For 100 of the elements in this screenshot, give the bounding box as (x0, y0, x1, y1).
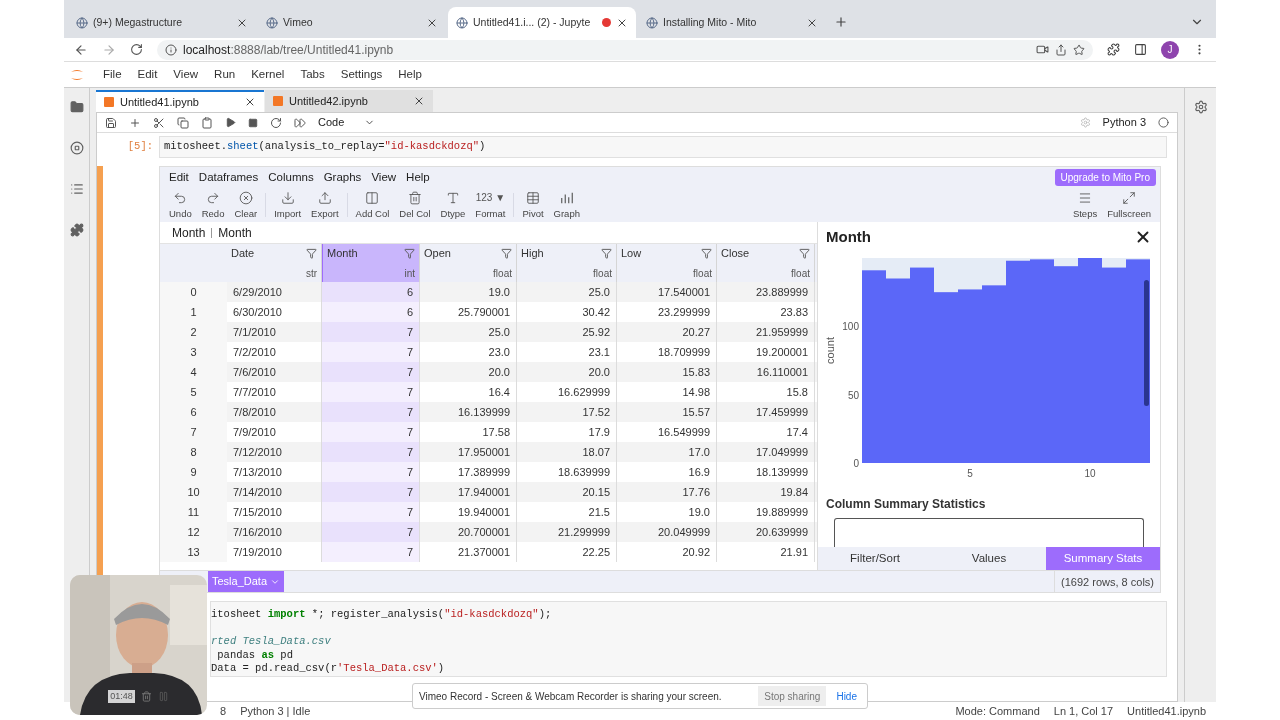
list-icon[interactable] (69, 182, 84, 196)
new-tab-icon[interactable] (834, 15, 848, 29)
menu-item[interactable]: Kernel (244, 65, 292, 84)
stop-icon[interactable] (69, 141, 84, 155)
row-index: 7 (160, 422, 227, 442)
toolbar-button[interactable]: Undo (164, 189, 197, 221)
table-cell: 6 (322, 282, 420, 302)
browser-tab[interactable]: Installing Mito - Mito (638, 7, 826, 38)
toolbar-button[interactable]: 123 ▼ Format (470, 189, 511, 221)
copy-icon[interactable] (177, 116, 189, 129)
cell-type-select[interactable]: Code (318, 114, 376, 131)
menu-item[interactable]: Tabs (293, 65, 332, 84)
panel-tab[interactable]: Values (932, 547, 1046, 570)
menu-item[interactable]: Dataframes (193, 168, 264, 187)
filter-icon[interactable] (701, 248, 712, 259)
run-icon[interactable] (225, 117, 236, 128)
menu-item[interactable]: Edit (130, 65, 165, 84)
toolbar-button[interactable]: Graph (548, 189, 585, 221)
menu-item[interactable]: View (166, 65, 206, 84)
save-icon[interactable] (105, 116, 117, 129)
cut-icon[interactable] (153, 116, 165, 129)
bookmark-icon[interactable] (1073, 43, 1085, 56)
back-icon[interactable] (74, 42, 88, 57)
profile-avatar[interactable]: J (1161, 40, 1179, 59)
menu-item[interactable]: Help (401, 168, 435, 187)
menu-item[interactable]: Edit (164, 168, 194, 187)
toolbar-button[interactable]: Pivot (517, 189, 549, 221)
section-title: Column Summary Statistics (825, 496, 987, 513)
column-header[interactable]: Month int (322, 244, 420, 282)
address-field[interactable]: localhost:8888/lab/tree/Untitled41.ipynb (157, 39, 1093, 60)
code-line: Data = pd.read_csv(r'Tesla_Data.csv') (211, 662, 446, 676)
toolbar-button[interactable]: Clear (229, 189, 263, 221)
toolbar-button[interactable]: Del Col (394, 189, 436, 221)
menu-item[interactable]: Columns (263, 168, 319, 187)
row-index: 12 (160, 522, 227, 542)
filter-icon[interactable] (601, 248, 612, 259)
settings-icon[interactable] (1193, 100, 1208, 114)
toolbar-button[interactable]: Add Col (350, 189, 395, 221)
panel-tab[interactable]: Filter/Sort (818, 547, 932, 570)
filter-icon[interactable] (306, 248, 317, 259)
notebook-tab[interactable]: Untitled41.ipynb (96, 90, 264, 112)
toolbar-button[interactable]: Redo (196, 189, 230, 221)
table-cell: 20.92 (617, 542, 717, 562)
close-icon[interactable] (244, 96, 256, 108)
browser-tab[interactable]: Vimeo (258, 7, 446, 38)
toolbar-button[interactable]: Steps (1067, 189, 1103, 221)
row-index: 11 (160, 502, 227, 522)
sheet-tab[interactable]: Tesla_Data (208, 571, 285, 592)
kernel-name[interactable]: Python 3 (1102, 114, 1146, 131)
menu-item[interactable]: File (96, 65, 129, 84)
code-cell[interactable]: itosheet import *; register_analysis("id-kasdckdozq"); rted Tesla_Data.csv pandas as pd Data = pd.read_csv(r'Tesla_Data.csv') (210, 601, 1167, 677)
status-text: 8 (220, 703, 227, 719)
folder-icon[interactable] (69, 100, 84, 114)
stop-icon[interactable] (248, 117, 258, 128)
filter-icon[interactable] (501, 248, 512, 259)
stop-sharing-button[interactable]: Stop sharing (758, 686, 827, 706)
side-panel-icon[interactable] (1134, 43, 1147, 56)
filter-icon[interactable] (799, 248, 810, 259)
status-text: Untitled41.ipynb (1127, 703, 1206, 719)
row-index: 2 (160, 322, 227, 342)
add-icon[interactable] (129, 116, 141, 129)
paste-icon[interactable] (201, 116, 213, 129)
browser-tab[interactable]: Untitled41.i... (2) - Jupyte (448, 7, 636, 38)
browser-tab[interactable]: (9+) Megastructure (68, 7, 256, 38)
table-cell: 7 (322, 442, 420, 462)
notebook-icon (273, 96, 283, 106)
share-icon[interactable] (1055, 43, 1067, 56)
row-index: 3 (160, 342, 227, 362)
reload-icon[interactable] (130, 43, 143, 56)
filter-icon[interactable] (404, 248, 415, 259)
hide-button[interactable]: Hide (832, 688, 861, 704)
formula-field[interactable]: Month (218, 223, 252, 242)
restart-icon[interactable] (270, 116, 282, 129)
menu-item[interactable]: Settings (333, 65, 390, 84)
toolbar-button[interactable]: Import (269, 189, 307, 221)
menu-item[interactable]: Help (391, 65, 429, 84)
table-cell: 22.25 (517, 542, 617, 562)
extensions-icon[interactable] (1107, 43, 1120, 56)
menu-item[interactable]: Graphs (318, 168, 367, 187)
menu-item[interactable]: Run (207, 65, 243, 84)
column-name: Month (327, 246, 359, 262)
trash-icon[interactable] (140, 690, 152, 702)
tab-title: Installing Mito - Mito (663, 14, 757, 30)
toolbar-button[interactable]: Dtype (435, 189, 471, 221)
fullscreen-icon (1122, 191, 1137, 206)
scrollbar[interactable] (1144, 280, 1149, 406)
x-tick-label: 5 (967, 468, 973, 479)
toolbar-button[interactable]: Export (306, 189, 344, 221)
close-icon[interactable] (413, 95, 425, 107)
upgrade-button[interactable]: Upgrade to Mito Pro (1054, 169, 1156, 186)
camera-icon[interactable] (1036, 43, 1049, 56)
code-cell[interactable]: mitosheet.sheet(analysis_to_replay="id-kasdckdozq") (159, 136, 1167, 158)
toolbar-button[interactable]: Fullscreen (1102, 189, 1156, 221)
menu-item[interactable]: View (366, 168, 402, 187)
table-cell: 7 (322, 342, 420, 362)
run-all-icon[interactable] (294, 116, 306, 129)
puzzle-icon[interactable] (69, 223, 84, 237)
column-name: High (521, 246, 545, 262)
notebook-tab[interactable]: Untitled42.ipynb (265, 90, 433, 112)
panel-tab[interactable]: Summary Stats (1046, 547, 1160, 570)
